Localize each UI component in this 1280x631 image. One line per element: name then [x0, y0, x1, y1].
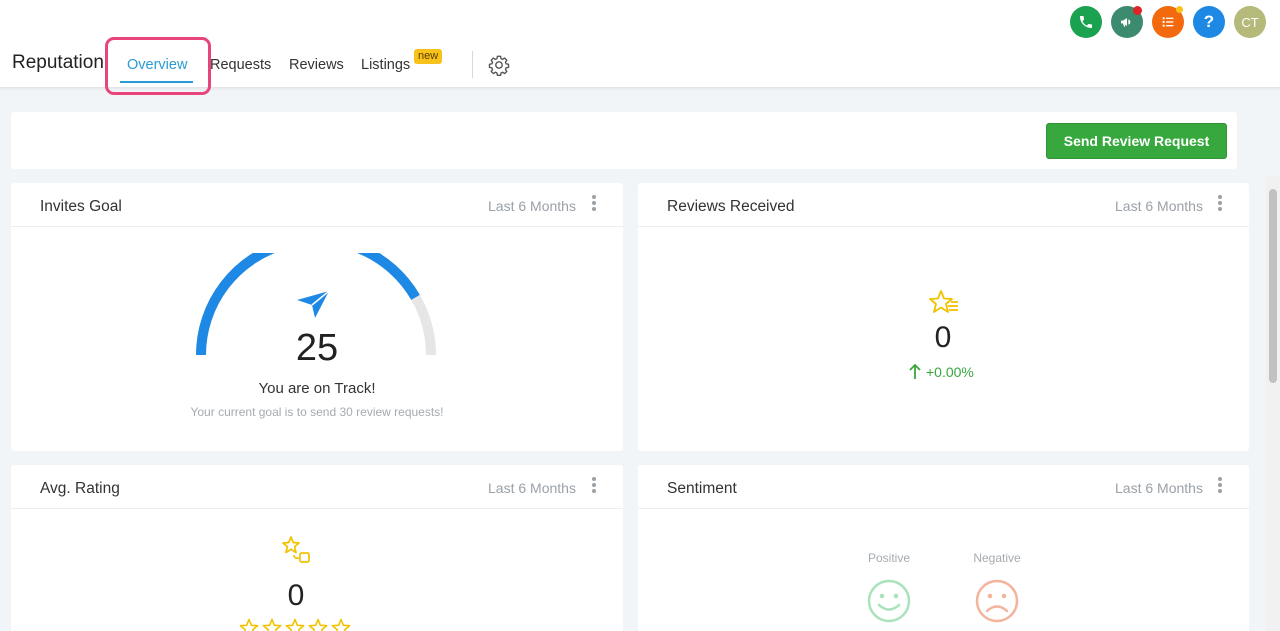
notification-dot [1133, 6, 1142, 15]
positive-face-icon [867, 579, 911, 623]
tab-reviews[interactable]: Reviews [289, 57, 344, 73]
gear-icon[interactable] [488, 54, 510, 76]
trend-indicator: +0.00% [909, 364, 974, 380]
star-icon [308, 618, 328, 631]
reviews-count: 0 [934, 321, 952, 354]
goal-status: You are on Track! [258, 380, 376, 397]
card-period: Last 6 Months [1115, 480, 1203, 496]
more-options-icon[interactable] [1217, 195, 1223, 213]
new-badge: new [414, 49, 443, 64]
card-divider [638, 226, 1249, 227]
card-title: Avg. Rating [40, 480, 120, 497]
card-title: Reviews Received [667, 198, 795, 215]
card-title: Sentiment [667, 480, 737, 497]
send-icon [297, 290, 330, 318]
send-review-request-button[interactable]: Send Review Request [1046, 123, 1227, 159]
more-options-icon[interactable] [1217, 477, 1223, 495]
avatar[interactable]: CT [1234, 6, 1266, 38]
rating-icon [282, 536, 310, 563]
trend-value: +0.00% [926, 364, 974, 380]
page-scrollbar[interactable] [1266, 176, 1280, 631]
card-period: Last 6 Months [488, 480, 576, 496]
tab-listings[interactable]: Listings [361, 57, 410, 73]
more-options-icon[interactable] [591, 195, 597, 213]
card-divider [11, 226, 623, 227]
phone-icon[interactable] [1070, 6, 1102, 38]
rating-stars [239, 618, 351, 631]
star-list-icon [929, 290, 958, 313]
card-period: Last 6 Months [488, 198, 576, 214]
sentiment-card: Sentiment Last 6 Months Positive Negativ… [638, 465, 1249, 631]
star-icon [285, 618, 305, 631]
star-icon [331, 618, 351, 631]
positive-label: Positive [867, 551, 911, 565]
app-title: Reputation [12, 52, 104, 73]
star-icon [262, 618, 282, 631]
tab-divider [472, 51, 473, 78]
notification-dot [1176, 6, 1183, 13]
card-divider [638, 508, 1249, 509]
tab-requests[interactable]: Requests [210, 57, 271, 73]
goal-note: Your current goal is to send 30 review r… [190, 405, 444, 419]
card-period: Last 6 Months [1115, 198, 1203, 214]
scrollbar-thumb[interactable] [1269, 189, 1277, 383]
highlight-annotation [105, 37, 211, 95]
reviews-received-card: Reviews Received Last 6 Months 0 +0.00% [638, 183, 1249, 451]
arrow-up-icon [909, 364, 921, 379]
megaphone-icon[interactable] [1111, 6, 1143, 38]
invites-count: 25 [295, 327, 339, 369]
star-icon [239, 618, 259, 631]
avg-rating-value: 0 [287, 579, 305, 612]
invites-goal-card: Invites Goal Last 6 Months 25 You are on… [11, 183, 623, 451]
help-icon[interactable]: ? [1193, 6, 1225, 38]
app-header: Reputation Overview Requests Reviews Lis… [0, 0, 1280, 95]
avg-rating-card: Avg. Rating Last 6 Months 0 [11, 465, 623, 631]
card-divider [11, 508, 623, 509]
negative-face-icon [975, 579, 1019, 623]
list-icon[interactable] [1152, 6, 1184, 38]
card-title: Invites Goal [40, 198, 122, 215]
more-options-icon[interactable] [591, 477, 597, 495]
negative-label: Negative [973, 551, 1021, 565]
